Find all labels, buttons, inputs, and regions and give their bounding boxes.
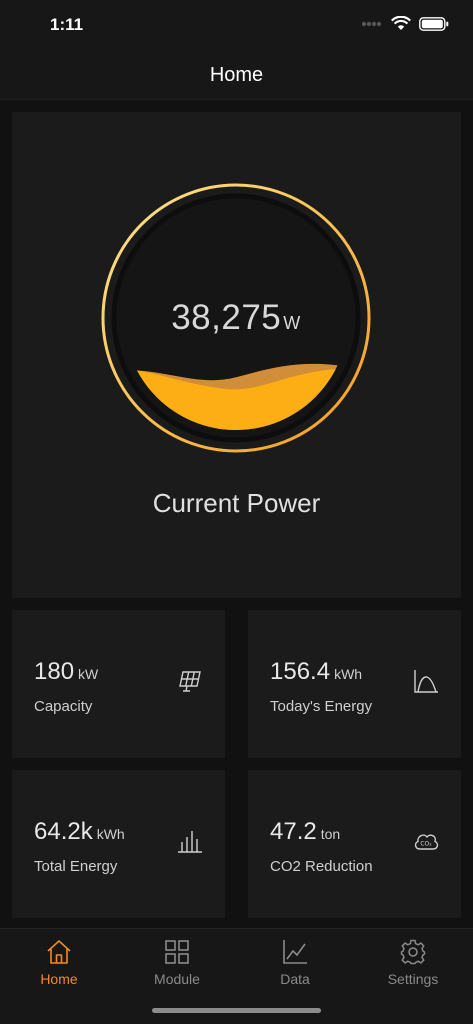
cellular-signal-icon	[361, 21, 382, 26]
current-power-label: Current Power	[152, 488, 321, 518]
tab-settings[interactable]: Settings	[358, 939, 468, 987]
page-title: Home	[209, 64, 264, 86]
stat-value: 64.2k kWh	[34, 818, 125, 845]
stat-label: Total Energy	[34, 858, 118, 875]
tab-label: Data	[280, 971, 310, 987]
tab-label: Home	[40, 971, 78, 987]
stat-label: CO2 Reduction	[270, 858, 373, 875]
tab-data[interactable]: Data	[240, 939, 350, 987]
home-icon	[47, 940, 71, 964]
co2-cloud-icon: CO₂	[414, 834, 439, 850]
gear-icon	[400, 939, 426, 965]
status-time: 1:11	[50, 15, 84, 34]
svg-text:CO₂: CO₂	[420, 841, 432, 848]
current-power-unit: W	[283, 313, 301, 333]
grid-icon	[165, 940, 189, 964]
stat-card-co2-reduction[interactable]: 47.2 ton CO2 Reduction CO₂	[248, 770, 461, 918]
battery-icon	[419, 16, 449, 31]
nav-bar: Home	[0, 52, 473, 100]
stat-label: Today's Energy	[270, 698, 373, 715]
stat-card-total-energy[interactable]: 64.2k kWh Total Energy	[12, 770, 225, 918]
stat-card-capacity[interactable]: 180 kW Capacity	[12, 610, 225, 758]
wifi-icon	[391, 16, 411, 30]
current-power-value: 38,275	[171, 298, 282, 337]
tab-home[interactable]: Home	[4, 939, 114, 987]
line-chart-icon	[283, 940, 307, 964]
tab-module[interactable]: Module	[122, 939, 232, 987]
stat-value: 47.2 ton	[270, 818, 341, 845]
tab-label: Settings	[387, 971, 439, 987]
home-indicator[interactable]	[152, 1008, 321, 1013]
solar-panel-icon	[179, 671, 201, 692]
status-bar: 1:11	[0, 0, 473, 52]
current-power-readout: 38,275 W	[100, 298, 372, 338]
stat-value: 156.4 kWh	[270, 658, 363, 685]
current-power-card: 38,275 W Current Power	[12, 112, 461, 598]
bar-chart-icon	[178, 831, 202, 853]
bell-curve-icon	[414, 670, 438, 693]
stat-value: 180 kW	[34, 658, 99, 685]
tab-label: Module	[154, 971, 200, 987]
stat-card-todays-energy[interactable]: 156.4 kWh Today's Energy	[248, 610, 461, 758]
stat-label: Capacity	[34, 698, 93, 715]
status-icons	[361, 16, 449, 31]
